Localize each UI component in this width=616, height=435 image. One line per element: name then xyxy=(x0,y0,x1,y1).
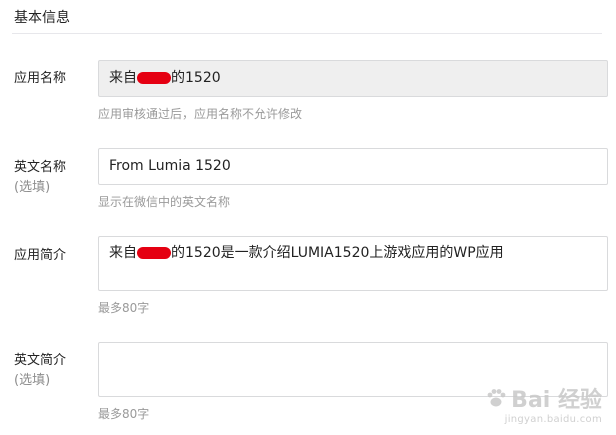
app-name-value-suffix: 的1520 xyxy=(171,70,221,86)
app-name-field: 来自 的1520 xyxy=(98,60,608,97)
app-name-label-text: 应用名称 xyxy=(14,71,67,86)
app-name-label: 应用名称 xyxy=(14,69,66,89)
app-intro-label-text: 应用简介 xyxy=(14,248,67,263)
section-divider xyxy=(12,33,602,34)
app-intro-value-suffix: 的1520是一款介绍LUMIA1520上游戏应用的WP应用 xyxy=(171,245,504,261)
app-name-hint: 应用审核通过后，应用名称不允许修改 xyxy=(98,107,303,121)
app-name-value-prefix: 来自 xyxy=(109,70,137,86)
english-name-hint: 显示在微信中的英文名称 xyxy=(98,195,231,209)
app-intro-hint: 最多80字 xyxy=(98,301,150,315)
redaction-mark xyxy=(137,72,171,84)
english-intro-optional: (选填) xyxy=(14,373,51,388)
english-intro-label: 英文简介 (选填) xyxy=(14,351,66,391)
app-intro-value-prefix: 来自 xyxy=(109,245,137,261)
watermark-brand: Bai 经验 xyxy=(511,388,602,413)
section-title: 基本信息 xyxy=(14,10,70,26)
app-intro-label: 应用简介 xyxy=(14,246,66,266)
redaction-mark xyxy=(137,247,171,259)
english-intro-label-text: 英文简介 xyxy=(14,353,67,368)
app-intro-textarea[interactable]: 来自 的1520是一款介绍LUMIA1520上游戏应用的WP应用 xyxy=(98,236,608,291)
english-name-label-text: 英文名称 xyxy=(14,160,67,175)
english-name-label: 英文名称 (选填) xyxy=(14,158,66,198)
watermark-url: jingyan.baidu.com xyxy=(504,414,602,425)
paw-icon xyxy=(487,389,506,407)
baidu-jingyan-watermark: Bai 经验 jingyan.baidu.com xyxy=(485,382,602,425)
english-name-input[interactable]: From Lumia 1520 xyxy=(98,148,608,185)
english-name-optional: (选填) xyxy=(14,180,51,195)
english-intro-hint: 最多80字 xyxy=(98,407,150,421)
english-name-value: From Lumia 1520 xyxy=(109,158,231,174)
